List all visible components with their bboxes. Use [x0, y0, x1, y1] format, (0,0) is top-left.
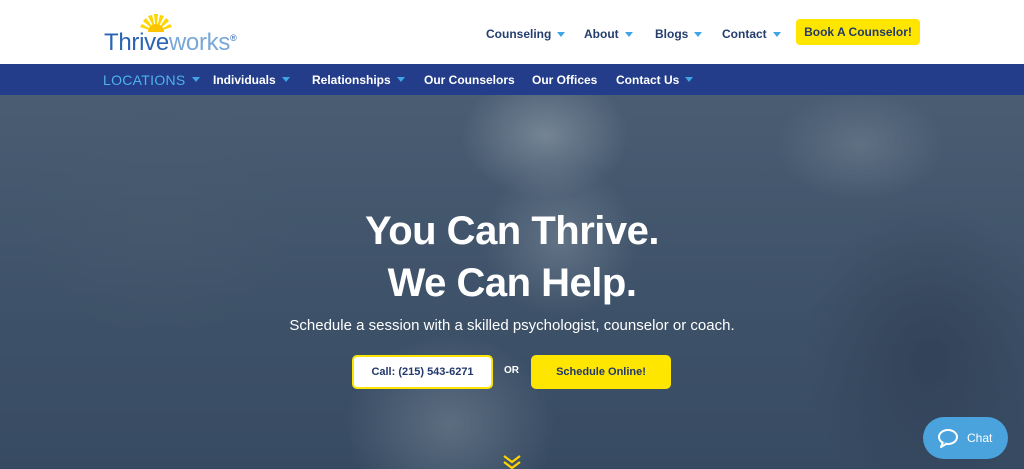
or-separator: OR: [504, 365, 519, 376]
subnav-label: Relationships: [312, 72, 391, 87]
subnav-item-contact-us[interactable]: Contact Us: [616, 64, 694, 95]
subnav-label: LOCATIONS: [103, 71, 186, 88]
subnav-label: Contact Us: [616, 72, 680, 87]
topnav-counseling-wrap: Counseling: [486, 24, 566, 44]
topnav-about-wrap: About: [584, 24, 633, 44]
caret-down-icon: [694, 31, 703, 37]
chat-bubble-icon: [938, 429, 958, 448]
caret-down-icon: [685, 77, 694, 82]
caret-down-icon: [191, 77, 200, 82]
call-phone-button[interactable]: Call: (215) 543-6271: [352, 355, 493, 389]
subnav-item-relationships[interactable]: Relationships: [312, 64, 405, 95]
subnav-label: Our Offices: [532, 72, 598, 87]
topnav-label: Contact: [722, 27, 767, 41]
topnav-label: Blogs: [655, 27, 689, 41]
schedule-online-button[interactable]: Schedule Online!: [531, 355, 671, 389]
topnav-item-counseling[interactable]: Counseling: [486, 27, 566, 41]
caret-down-icon: [772, 31, 781, 37]
topnav-item-blogs[interactable]: Blogs: [655, 27, 703, 41]
hero-title-line1: You Can Thrive.: [364, 209, 660, 253]
book-counselor-button[interactable]: Book A Counselor!: [796, 19, 920, 45]
chat-label: Chat: [967, 431, 993, 445]
subnav-item-locations[interactable]: LOCATIONS: [103, 64, 200, 95]
caret-down-icon: [396, 77, 405, 82]
subnav-item-our-counselors[interactable]: Our Counselors: [424, 64, 515, 95]
topnav-label: Counseling: [486, 27, 552, 41]
caret-down-icon: [624, 31, 633, 37]
subnav-label: Individuals: [213, 72, 276, 87]
subnav-label: Our Counselors: [424, 72, 515, 87]
hero-section: You Can Thrive. We Can Help. Schedule a …: [0, 95, 1024, 469]
topnav-contact-wrap: Contact: [722, 24, 781, 44]
logo-text-thrive: Thrive: [104, 29, 169, 56]
subnav-item-individuals[interactable]: Individuals: [213, 64, 290, 95]
caret-down-icon: [281, 77, 290, 82]
thriveworks-logo[interactable]: Thriveworks®: [104, 12, 244, 56]
topnav-blogs-wrap: Blogs: [655, 24, 703, 44]
site-header: Thriveworks® Counseling About Blogs Cont…: [0, 0, 1024, 64]
registered-mark: ®: [230, 33, 237, 43]
secondary-nav: LOCATIONS Individuals Relationships Our …: [0, 64, 1024, 95]
topnav-item-contact[interactable]: Contact: [722, 27, 781, 41]
logo-text-works: works: [168, 29, 231, 56]
logo-wordmark: Thriveworks®: [104, 29, 237, 57]
caret-down-icon: [557, 31, 566, 37]
subnav-item-our-offices[interactable]: Our Offices: [532, 64, 597, 95]
hero-title-line2: We Can Help.: [387, 261, 637, 305]
topnav-label: About: [584, 27, 619, 41]
topnav-item-about[interactable]: About: [584, 27, 633, 41]
hero-subtitle: Schedule a session with a skilled psycho…: [289, 317, 735, 334]
double-chevron-down-icon[interactable]: [502, 455, 522, 469]
chat-button[interactable]: Chat: [923, 417, 1008, 459]
